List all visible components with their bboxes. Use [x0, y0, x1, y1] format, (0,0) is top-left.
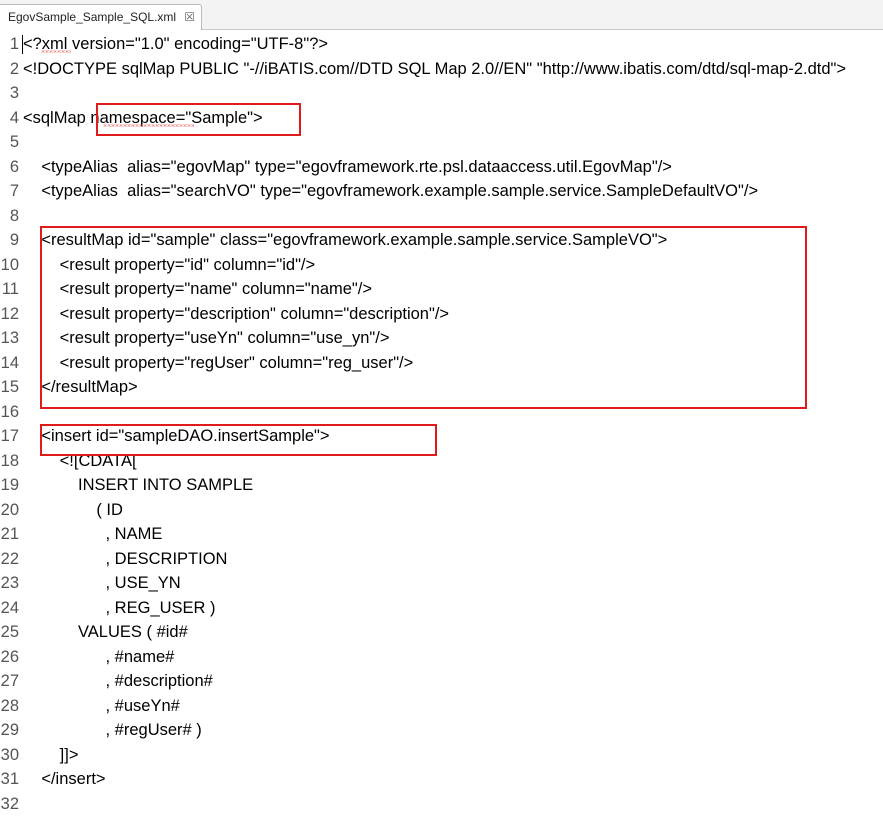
code-line: 24 , REG_USER ) — [0, 596, 883, 620]
code-line: 2 <!DOCTYPE sqlMap PUBLIC "-//iBATIS.com/… — [0, 57, 883, 81]
line-number: 3 — [9, 84, 19, 102]
code-line: 23 , USE_YN — [0, 571, 883, 595]
file-tab-title: EgovSample_Sample_SQL.xml — [8, 10, 177, 24]
line-text: , #useYn# — [23, 696, 180, 715]
line-number: 27 — [0, 672, 19, 690]
line-text: , USE_YN — [23, 574, 181, 592]
line-number: 9 — [9, 231, 19, 249]
line-number: 24 — [0, 598, 19, 617]
line-text: ( ID — [23, 500, 123, 519]
line-number: 12 — [0, 304, 19, 323]
file-tab[interactable]: EgovSample_Sample_SQL.xml ☒ — [0, 4, 202, 30]
line-number: 20 — [0, 500, 19, 519]
line-text: , #name# — [23, 647, 175, 666]
code-line: 25 VALUES ( #id# — [0, 620, 883, 644]
line-number: 14 — [0, 353, 19, 372]
highlight-box-resultmap — [40, 226, 807, 409]
line-text: , REG_USER ) — [23, 598, 216, 617]
line-number: 30 — [0, 745, 19, 764]
close-icon[interactable]: ☒ — [184, 5, 195, 29]
line-number: 18 — [0, 451, 19, 470]
line-text: </insert> — [23, 770, 106, 788]
line-number: 5 — [9, 133, 19, 151]
line-number: 17 — [0, 427, 19, 445]
code-line: 7 <typeAlias alias="searchVO" type="egov… — [0, 179, 883, 203]
line-number: 23 — [0, 574, 19, 592]
line-number: 6 — [9, 157, 19, 176]
code-line: 19 INSERT INTO SAMPLE — [0, 473, 883, 497]
line-text: , NAME — [23, 525, 163, 543]
highlight-box-namespace — [96, 103, 301, 136]
line-number: 1 — [9, 35, 19, 53]
line-number: 26 — [0, 647, 19, 666]
code-line: 30 ]]> — [0, 743, 883, 767]
line-text: <!DOCTYPE sqlMap PUBLIC "-//iBATIS.com//… — [23, 59, 847, 78]
spellcheck-underline — [41, 50, 71, 53]
line-number: 25 — [0, 623, 19, 641]
line-number: 4 — [9, 108, 19, 127]
code-line: 6 <typeAlias alias="egovMap" type="egovf… — [0, 155, 883, 179]
code-line: 29 , #regUser# ) — [0, 718, 883, 742]
line-number: 10 — [0, 255, 19, 274]
line-number: 21 — [0, 525, 19, 543]
code-line: 21 , NAME — [0, 522, 883, 546]
code-line: 32 — [0, 792, 883, 816]
line-number: 11 — [1, 280, 19, 298]
line-text: ]]> — [23, 745, 79, 764]
editor-tab-bar: EgovSample_Sample_SQL.xml ☒ — [0, 0, 883, 30]
code-line: 3 — [0, 81, 883, 105]
code-line: 31 </insert> — [0, 767, 883, 791]
code-line: 8 — [0, 204, 883, 228]
code-line: 27 , #description# — [0, 669, 883, 693]
code-line: 20 ( ID — [0, 498, 883, 522]
code-editor[interactable]: 1 <?xml version="1.0" encoding="UTF-8"?> … — [0, 30, 883, 831]
line-number: 32 — [0, 794, 19, 813]
line-text: , DESCRIPTION — [23, 549, 228, 568]
line-number: 2 — [9, 59, 19, 78]
line-text: INSERT INTO SAMPLE — [23, 476, 254, 494]
code-line: 28 , #useYn# — [0, 694, 883, 718]
line-text: <typeAlias alias="searchVO" type="egovfr… — [23, 182, 759, 200]
line-text: <typeAlias alias="egovMap" type="egovfra… — [23, 157, 672, 176]
line-number: 13 — [0, 329, 19, 347]
code-line: 1 <?xml version="1.0" encoding="UTF-8"?> — [0, 32, 883, 56]
line-number: 19 — [0, 476, 19, 494]
line-number: 22 — [0, 549, 19, 568]
line-number: 8 — [9, 206, 19, 225]
line-number: 7 — [9, 182, 19, 200]
line-text: , #regUser# ) — [23, 721, 202, 739]
line-text: , #description# — [23, 672, 213, 690]
text-caret — [22, 35, 23, 54]
line-number: 29 — [0, 721, 19, 739]
highlight-box-insert — [40, 424, 437, 456]
line-text: VALUES ( #id# — [23, 623, 188, 641]
line-number: 16 — [0, 402, 19, 421]
code-line: 22 , DESCRIPTION — [0, 547, 883, 571]
line-number: 15 — [0, 378, 19, 396]
code-line: 26 , #name# — [0, 645, 883, 669]
line-number: 28 — [0, 696, 19, 715]
line-number: 31 — [0, 770, 19, 788]
